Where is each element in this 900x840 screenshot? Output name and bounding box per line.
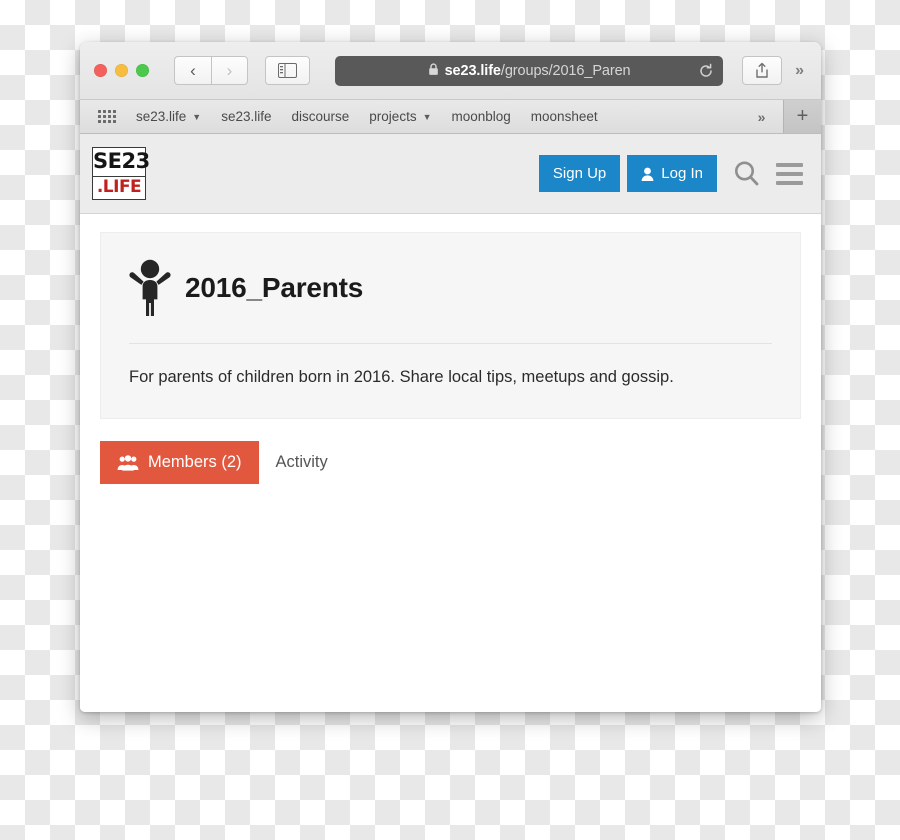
group-tabs: Members (2) Activity	[100, 441, 801, 485]
bookmarks-bar: se23.life ▼ se23.life discourse projects…	[80, 100, 821, 134]
group-header: 2016_Parents	[129, 259, 772, 317]
bookmark-label: moonsheet	[530, 109, 598, 124]
tab-label: Activity	[275, 453, 328, 472]
sidebar-icon	[278, 63, 297, 78]
page-title: 2016_Parents	[185, 272, 364, 303]
forward-button[interactable]: ›	[211, 56, 248, 85]
group-summary-card: 2016_Parents For parents of children bor…	[100, 232, 801, 420]
tab-label: Members (2)	[148, 453, 242, 472]
address-host: se23.life	[444, 62, 501, 79]
bookmark-projects-menu[interactable]: projects ▼	[369, 109, 431, 124]
log-in-label: Log In	[661, 165, 703, 182]
reload-icon[interactable]	[698, 63, 714, 79]
sign-up-label: Sign Up	[552, 165, 607, 182]
bookmarks-overflow-button[interactable]: »	[739, 100, 783, 133]
bookmark-moonblog[interactable]: moonblog	[452, 109, 511, 124]
user-icon	[641, 167, 654, 181]
browser-window: ‹ › se23.life/groups/2016_Paren » se23.l…	[80, 42, 821, 712]
bookmark-se23-life-menu[interactable]: se23.life ▼	[136, 109, 201, 124]
close-window-button[interactable]	[94, 64, 107, 77]
window-controls	[94, 64, 149, 77]
group-description: For parents of children born in 2016. Sh…	[129, 368, 674, 386]
back-button[interactable]: ‹	[174, 56, 211, 85]
child-icon	[129, 259, 171, 317]
bookmark-label: discourse	[291, 109, 350, 124]
site-logo[interactable]: SE23 .LIFE	[92, 147, 150, 200]
chevron-down-icon: ▼	[192, 111, 202, 122]
tab-activity[interactable]: Activity	[259, 441, 345, 484]
maximize-window-button[interactable]	[136, 64, 149, 77]
users-icon	[117, 454, 139, 471]
sidebar-toggle-button[interactable]	[265, 56, 310, 85]
bookmark-label: projects	[369, 109, 417, 124]
lock-icon	[428, 62, 439, 76]
bookmark-moonsheet[interactable]: moonsheet	[531, 109, 598, 124]
apps-grid-icon[interactable]	[98, 110, 116, 123]
browser-toolbar: ‹ › se23.life/groups/2016_Paren »	[80, 42, 821, 100]
search-icon[interactable]	[733, 160, 760, 187]
bookmark-label: se23.life	[221, 109, 272, 124]
bookmark-discourse[interactable]: discourse	[292, 109, 350, 124]
address-path: /groups/2016_Paren	[500, 62, 631, 79]
logo-line-2: .LIFE	[96, 177, 142, 197]
sign-up-button[interactable]: Sign Up	[538, 155, 621, 192]
chevron-right-icon: ›	[226, 61, 233, 80]
bookmark-label: moonblog	[451, 109, 511, 124]
tab-members[interactable]: Members (2)	[100, 441, 259, 485]
bookmarks-list: se23.life ▼ se23.life discourse projects…	[80, 100, 739, 133]
toolbar-overflow-button[interactable]: »	[791, 62, 807, 80]
share-icon	[754, 62, 770, 79]
bookmark-label: se23.life	[136, 109, 187, 124]
chevron-down-icon: ▼	[422, 111, 432, 122]
share-button[interactable]	[742, 56, 783, 85]
bookmark-se23-life[interactable]: se23.life	[221, 109, 271, 124]
new-tab-button[interactable]: +	[783, 100, 821, 133]
logo-line-1: SE23	[93, 148, 150, 177]
address-bar-text: se23.life/groups/2016_Paren	[428, 63, 631, 79]
card-divider	[129, 343, 772, 344]
navigation-buttons: ‹ ›	[174, 56, 248, 85]
site-header: SE23 .LIFE Sign Up Log In	[80, 134, 821, 214]
page-content: 2016_Parents For parents of children bor…	[80, 214, 821, 712]
hamburger-menu-icon[interactable]	[776, 162, 803, 185]
address-bar[interactable]: se23.life/groups/2016_Paren	[335, 55, 724, 86]
minimize-window-button[interactable]	[115, 64, 128, 77]
log-in-button[interactable]: Log In	[627, 155, 717, 192]
chevron-left-icon: ‹	[190, 61, 196, 80]
